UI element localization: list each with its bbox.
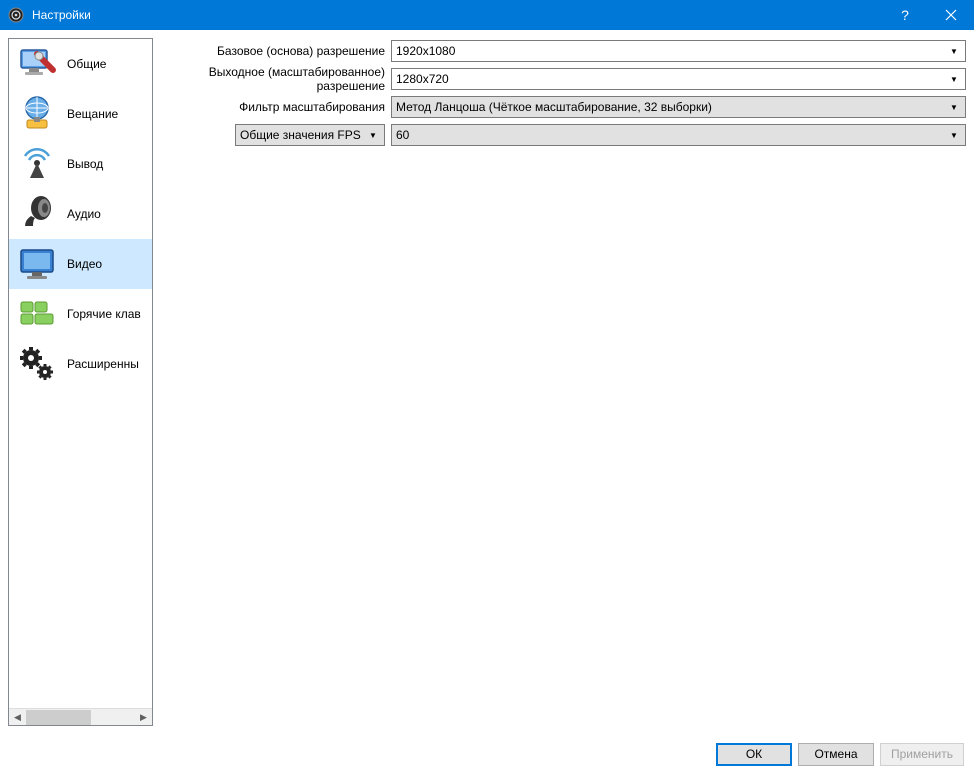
- sidebar-item-label: Расширенны: [67, 357, 139, 371]
- ok-button[interactable]: ОК: [716, 743, 792, 766]
- scroll-left-icon[interactable]: ◀: [9, 709, 26, 726]
- scale-filter-label: Фильтр масштабирования: [161, 100, 391, 114]
- base-resolution-combo[interactable]: 1920x1080 ▼: [391, 40, 966, 62]
- sidebar-item-stream[interactable]: Вещание: [9, 89, 152, 139]
- scale-filter-combo[interactable]: Метод Ланцоша (Чёткое масштабирование, 3…: [391, 96, 966, 118]
- chevron-down-icon: ▼: [947, 47, 961, 56]
- sidebar-item-video[interactable]: Видео: [9, 239, 152, 289]
- combo-value: Общие значения FPS: [240, 128, 366, 142]
- sidebar-item-label: Вывод: [67, 157, 103, 171]
- dialog-footer: ОК Отмена Применить: [0, 734, 974, 774]
- output-resolution-label: Выходное (масштабированное) разрешение: [161, 65, 391, 93]
- sidebar-item-label: Общие: [67, 57, 106, 71]
- output-resolution-combo[interactable]: 1280x720 ▼: [391, 68, 966, 90]
- sidebar-item-label: Горячие клав: [67, 307, 141, 321]
- chevron-down-icon: ▼: [947, 131, 961, 140]
- window-title: Настройки: [32, 8, 91, 22]
- wrench-monitor-icon: [13, 42, 61, 86]
- sidebar-item-general[interactable]: Общие: [9, 39, 152, 89]
- help-button[interactable]: ?: [882, 0, 928, 30]
- app-icon: [6, 5, 26, 25]
- sidebar-item-label: Аудио: [67, 207, 101, 221]
- combo-value: Метод Ланцоша (Чёткое масштабирование, 3…: [396, 100, 947, 114]
- base-resolution-label: Базовое (основа) разрешение: [161, 44, 391, 58]
- sidebar-item-hotkeys[interactable]: Горячие клав: [9, 289, 152, 339]
- combo-value: 60: [396, 128, 947, 142]
- monitor-icon: [13, 242, 61, 286]
- keyboard-icon: [13, 292, 61, 336]
- cancel-button[interactable]: Отмена: [798, 743, 874, 766]
- speaker-icon: [13, 192, 61, 236]
- chevron-down-icon: ▼: [947, 75, 961, 84]
- fps-type-combo[interactable]: Общие значения FPS ▼: [235, 124, 385, 146]
- chevron-down-icon: ▼: [366, 131, 380, 140]
- fps-value-combo[interactable]: 60 ▼: [391, 124, 966, 146]
- titlebar: Настройки ?: [0, 0, 974, 30]
- combo-value: 1920x1080: [396, 44, 947, 58]
- settings-sidebar: Общие Вещание: [8, 38, 153, 726]
- antenna-icon: [13, 142, 61, 186]
- globe-network-icon: [13, 92, 61, 136]
- scroll-right-icon[interactable]: ▶: [135, 709, 152, 726]
- chevron-down-icon: ▼: [947, 103, 961, 112]
- sidebar-scrollbar[interactable]: ◀ ▶: [9, 708, 152, 725]
- sidebar-item-label: Видео: [67, 257, 102, 271]
- gears-icon: [13, 342, 61, 386]
- settings-panel-video: Базовое (основа) разрешение 1920x1080 ▼ …: [161, 38, 966, 726]
- sidebar-item-label: Вещание: [67, 107, 118, 121]
- scroll-thumb[interactable]: [26, 710, 91, 725]
- combo-value: 1280x720: [396, 72, 947, 86]
- sidebar-item-audio[interactable]: Аудио: [9, 189, 152, 239]
- sidebar-item-output[interactable]: Вывод: [9, 139, 152, 189]
- close-button[interactable]: [928, 0, 974, 30]
- apply-button: Применить: [880, 743, 964, 766]
- sidebar-item-advanced[interactable]: Расширенны: [9, 339, 152, 389]
